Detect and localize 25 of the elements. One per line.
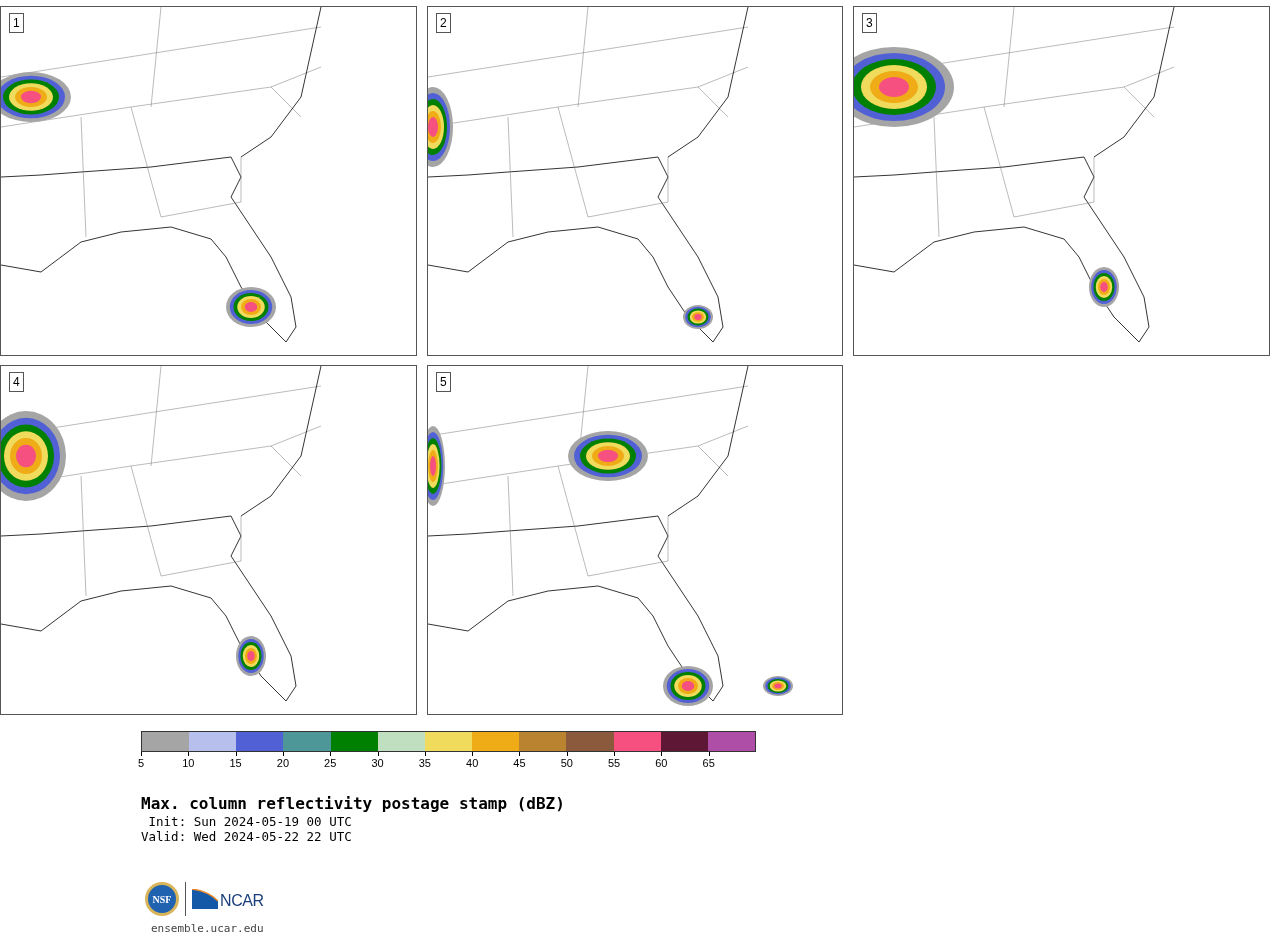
panel-number: 5	[436, 372, 451, 392]
tick-label: 60	[655, 757, 668, 770]
tick-label: 35	[418, 757, 431, 770]
valid-time: Valid: Wed 2024-05-22 22 UTC	[141, 829, 353, 844]
tick-label: 40	[466, 757, 479, 770]
tick-label: 65	[702, 757, 715, 770]
chart-title: Max. column reflectivity postage stamp (dBZ)	[141, 794, 566, 814]
tick-label: 25	[324, 757, 337, 770]
tick-label: 55	[607, 757, 621, 770]
panel-number: 2	[436, 13, 451, 33]
nsf-logo: NSF	[145, 882, 179, 916]
panel-number: 1	[9, 13, 24, 33]
tick-label: 5	[137, 757, 145, 770]
tick-label: 20	[276, 757, 290, 770]
panel-number: 3	[862, 13, 877, 33]
tick-label: 30	[371, 757, 384, 770]
tick-label: 45	[513, 757, 526, 770]
ncar-logo-text: NCAR	[220, 893, 264, 909]
swoosh-icon	[192, 889, 218, 909]
panel-number: 4	[9, 372, 24, 392]
init-time: Init: Sun 2024-05-19 00 UTC	[147, 814, 353, 829]
tick-label: 50	[560, 757, 573, 770]
site-link[interactable]: ensemble.ucar.edu	[151, 921, 1280, 936]
tick-label: 15	[229, 757, 242, 770]
tick-label: 10	[182, 757, 195, 770]
